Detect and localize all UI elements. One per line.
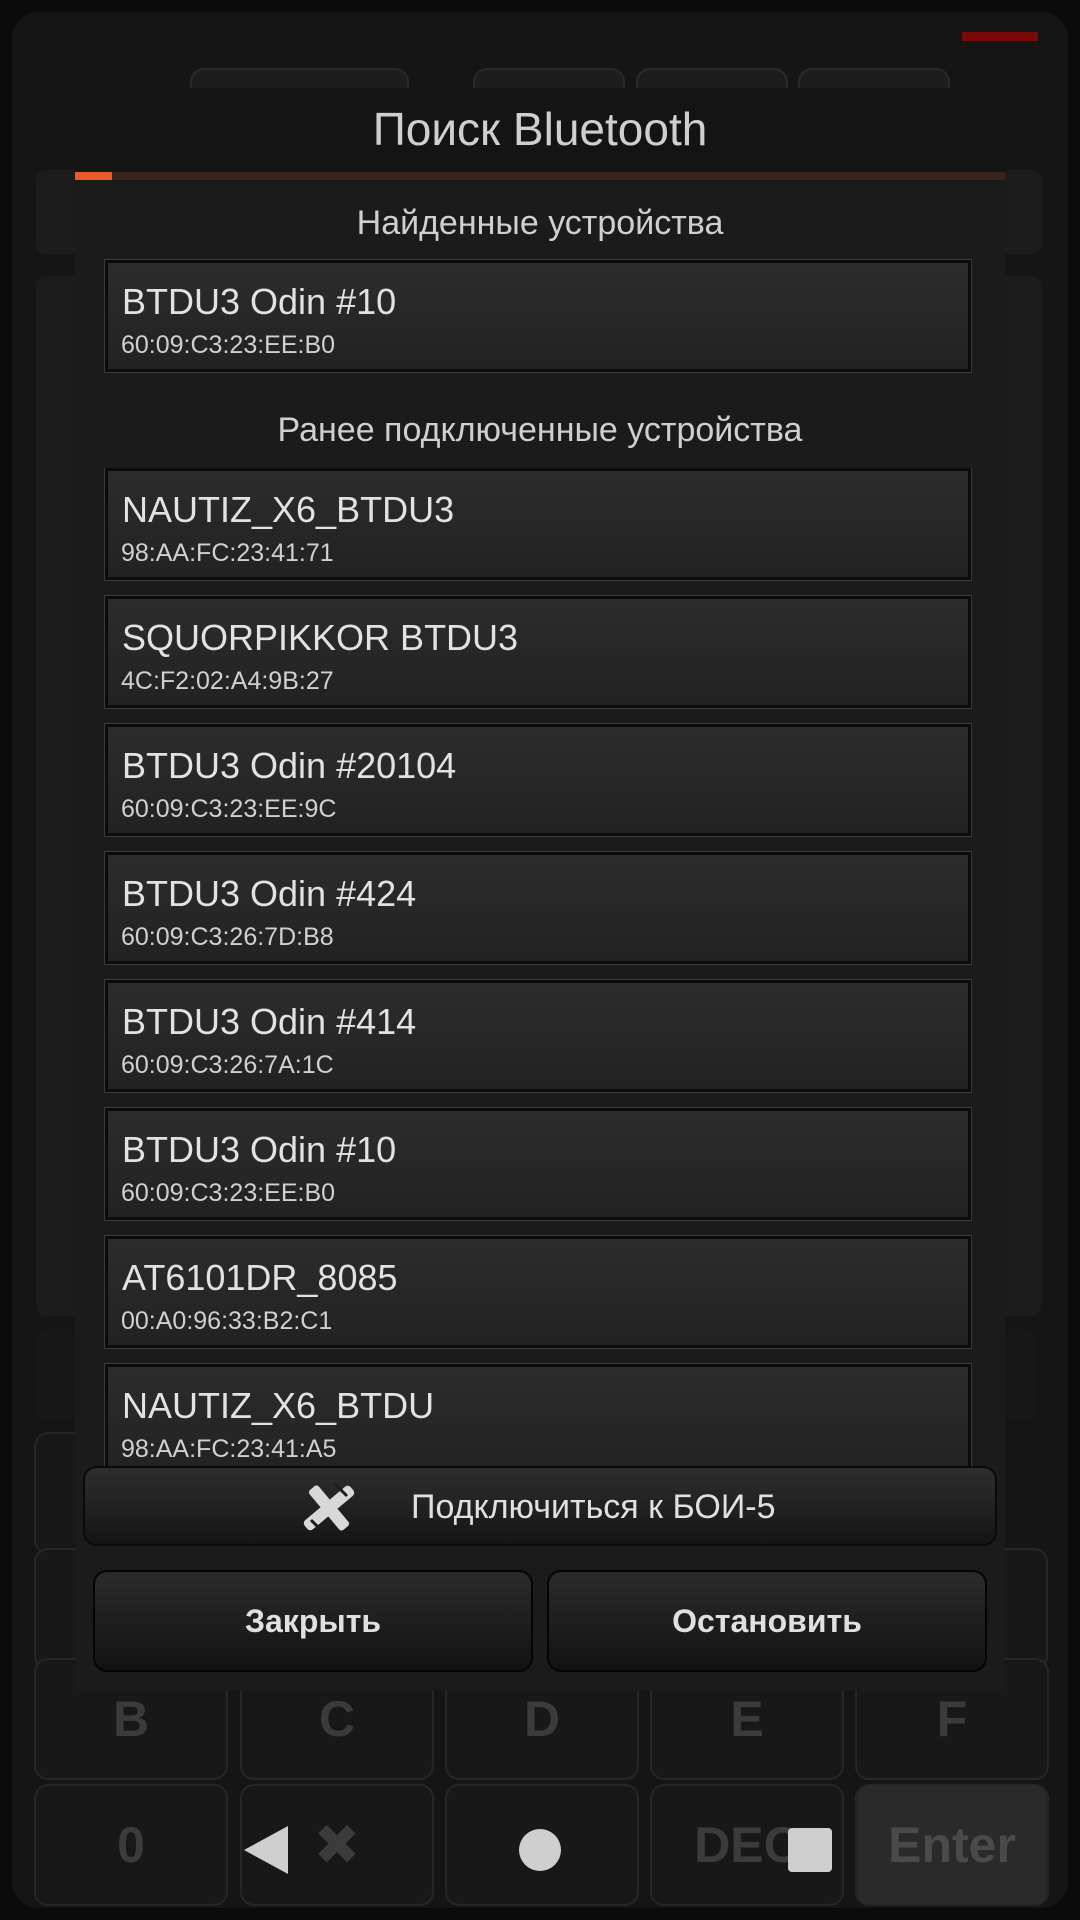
device-name: BTDU3 Odin #10: [122, 1129, 397, 1170]
previous-device-item[interactable]: AT6101DR_8085 00:A0:96:33:B2:C1: [104, 1235, 972, 1349]
device-mac: 60:09:C3:23:EE:9C: [121, 795, 337, 823]
scan-progress-fill: [75, 172, 113, 180]
status-indicator-line: [962, 32, 1038, 41]
previous-device-item[interactable]: SQUORPIKKOR BTDU3 4C:F2:02:A4:9B:27: [104, 595, 972, 709]
previous-device-item[interactable]: BTDU3 Odin #414 60:09:C3:26:7A:1C: [104, 979, 972, 1093]
back-triangle-icon[interactable]: [236, 1820, 296, 1880]
device-mac: 60:09:C3:23:EE:B0: [121, 331, 336, 359]
recents-square-icon[interactable]: [780, 1820, 840, 1880]
device-name: BTDU3 Odin #10: [122, 281, 397, 322]
key-enter[interactable]: Enter: [855, 1784, 1049, 1906]
device-mac: 98:AA:FC:23:41:A5: [121, 1435, 337, 1463]
found-devices-title: Найденные устройства: [356, 204, 724, 242]
device-name: AT6101DR_8085: [122, 1257, 398, 1298]
close-button[interactable]: Закрыть: [93, 1570, 533, 1672]
previous-device-item[interactable]: NAUTIZ_X6_BTDU 98:AA:FC:23:41:A5: [104, 1363, 972, 1477]
device-mac: 60:09:C3:26:7A:1C: [121, 1051, 334, 1079]
device-name: SQUORPIKKOR BTDU3: [122, 617, 519, 658]
connect-boi5-button[interactable]: Подключиться к БОИ-5: [83, 1466, 997, 1546]
stop-button[interactable]: Остановить: [547, 1570, 987, 1672]
previous-device-item[interactable]: BTDU3 Odin #20104 60:09:C3:23:EE:9C: [104, 723, 972, 837]
device-name: BTDU3 Odin #424: [122, 873, 417, 914]
device-name: NAUTIZ_X6_BTDU3: [122, 489, 455, 530]
found-device-item[interactable]: BTDU3 Odin #10 60:09:C3:23:EE:B0: [104, 259, 972, 373]
previous-device-item[interactable]: NAUTIZ_X6_BTDU3 98:AA:FC:23:41:71: [104, 468, 972, 581]
device-name: NAUTIZ_X6_BTDU: [122, 1385, 435, 1426]
scan-progress-bar: [75, 172, 1005, 180]
previous-devices-list[interactable]: NAUTIZ_X6_BTDU3 98:AA:FC:23:41:71 SQUORP…: [75, 468, 1005, 1552]
dialog-title: Поиск Bluetooth: [372, 103, 708, 155]
previous-devices-title: Ранее подключенные устройства: [277, 411, 803, 449]
key-0[interactable]: 0: [34, 1784, 228, 1906]
home-circle-icon[interactable]: [510, 1820, 570, 1880]
device-mac: 4C:F2:02:A4:9B:27: [121, 667, 334, 695]
device-mac: 60:09:C3:23:EE:B0: [121, 1179, 336, 1207]
device-mac: 00:A0:96:33:B2:C1: [121, 1307, 333, 1335]
device-mac: 60:09:C3:26:7D:B8: [121, 923, 334, 951]
device-name: BTDU3 Odin #20104: [122, 745, 457, 786]
bluetooth-connect-icon: [303, 1482, 355, 1534]
connect-button-label: Подключиться к БОИ-5: [411, 1488, 776, 1526]
previous-device-item[interactable]: BTDU3 Odin #424 60:09:C3:26:7D:B8: [104, 851, 972, 965]
bluetooth-search-dialog: Поиск Bluetooth Найденные устройства BTD…: [75, 88, 1005, 1690]
dialog-header: Поиск Bluetooth: [75, 88, 1005, 176]
previous-device-item[interactable]: BTDU3 Odin #10 60:09:C3:23:EE:B0: [104, 1107, 972, 1221]
device-mac: 98:AA:FC:23:41:71: [121, 539, 334, 567]
device-name: BTDU3 Odin #414: [122, 1001, 417, 1042]
delete-x-icon: ✖: [313, 1813, 361, 1876]
